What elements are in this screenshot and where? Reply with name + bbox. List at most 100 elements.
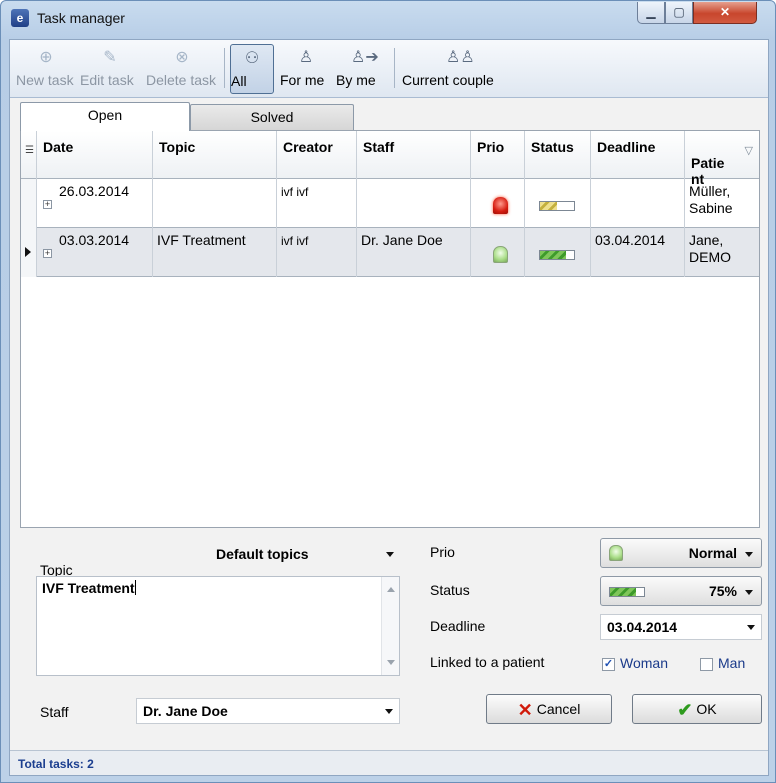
cell-status bbox=[525, 179, 591, 228]
column-topic[interactable]: Topic bbox=[153, 131, 277, 179]
minimize-button[interactable]: ▁ bbox=[637, 2, 665, 24]
cell-patient: Müller, Sabine bbox=[689, 183, 733, 216]
checkmark-icon: ✔ bbox=[677, 700, 693, 720]
column-date[interactable]: Date bbox=[37, 131, 153, 179]
user-icon: ♙ bbox=[298, 49, 314, 66]
scroll-up-icon[interactable] bbox=[387, 587, 395, 592]
topic-text-value: IVF Treatment bbox=[42, 580, 135, 596]
task-manager-window: e Task manager ▁ ▢ ✕ ⊕ New task ✎ Edit t… bbox=[0, 0, 776, 783]
prio-normal-icon bbox=[493, 246, 508, 263]
column-chooser-button[interactable]: ☰ bbox=[21, 131, 37, 179]
staff-select[interactable]: Dr. Jane Doe bbox=[136, 698, 400, 724]
row-indicator[interactable] bbox=[21, 179, 37, 228]
user-arrow-icon: ♙➔ bbox=[351, 49, 379, 66]
status-bar: Total tasks: 2 bbox=[10, 750, 768, 775]
expand-icon[interactable]: + bbox=[43, 249, 52, 258]
cell-topic: IVF Treatment bbox=[153, 228, 277, 277]
toolbar-separator bbox=[224, 48, 225, 88]
cancel-label: Cancel bbox=[536, 701, 581, 717]
staff-label: Staff bbox=[40, 704, 69, 720]
tab-open[interactable]: Open bbox=[20, 102, 190, 131]
filter-current-couple-button[interactable]: ♙♙ Current couple bbox=[402, 44, 512, 94]
client-area: ⊕ New task ✎ Edit task ⊗ Delete task ⚇ A… bbox=[9, 39, 769, 776]
prio-high-icon bbox=[493, 197, 508, 214]
prio-value: Normal bbox=[688, 545, 737, 561]
new-task-label: New task bbox=[16, 72, 74, 88]
cell-creator: ivf ivf bbox=[277, 179, 357, 228]
column-creator[interactable]: Creator bbox=[277, 131, 357, 179]
man-checkbox[interactable] bbox=[700, 658, 713, 671]
status-select[interactable]: 75% bbox=[600, 576, 762, 606]
toolbar-separator bbox=[394, 48, 395, 88]
filter-triangle-icon[interactable]: ▽ bbox=[745, 143, 753, 159]
column-deadline[interactable]: Deadline bbox=[591, 131, 685, 179]
prio-select[interactable]: Normal bbox=[600, 538, 762, 568]
cell-creator: ivf ivf bbox=[277, 228, 357, 277]
topic-category-select[interactable]: Default topics bbox=[210, 542, 400, 568]
filter-by-me-label: By me bbox=[336, 72, 376, 88]
chevron-down-icon bbox=[745, 590, 753, 595]
chevron-down-icon bbox=[745, 552, 753, 557]
edit-task-button[interactable]: ✎ Edit task bbox=[80, 44, 140, 94]
filter-all-button[interactable]: ⚇ All bbox=[230, 44, 274, 94]
total-tasks-count: Total tasks: 2 bbox=[18, 757, 94, 771]
column-menu-icon: ☰ bbox=[25, 145, 34, 156]
prio-label: Prio bbox=[430, 544, 455, 560]
ok-label: OK bbox=[696, 701, 717, 717]
status-label: Status bbox=[430, 582, 470, 598]
delete-task-button[interactable]: ⊗ Delete task bbox=[146, 44, 218, 94]
woman-checkbox[interactable]: ✓ bbox=[602, 658, 615, 671]
task-grid: ☰ Date Topic Creator Staff Prio Status D… bbox=[20, 130, 760, 528]
cell-status bbox=[525, 228, 591, 277]
tab-bar: Open Solved bbox=[10, 102, 768, 131]
chevron-down-icon bbox=[385, 709, 393, 714]
edit-task-label: Edit task bbox=[80, 72, 134, 88]
topic-scrollbar[interactable] bbox=[381, 577, 399, 675]
deadline-value: 03.04.2014 bbox=[607, 619, 678, 635]
cancel-x-icon: ✕ bbox=[517, 700, 533, 720]
task-edit-form: Topic Default topics IVF Treatment Staff… bbox=[20, 538, 762, 738]
edit-task-icon: ✎ bbox=[103, 49, 117, 66]
man-checkbox-label[interactable]: Man bbox=[718, 655, 745, 671]
status-progress-bar bbox=[609, 587, 645, 597]
column-staff[interactable]: Staff bbox=[357, 131, 471, 179]
status-progress-bar bbox=[539, 201, 575, 211]
maximize-button[interactable]: ▢ bbox=[665, 2, 693, 24]
woman-checkbox-label[interactable]: Woman bbox=[620, 655, 668, 671]
cell-staff bbox=[357, 179, 471, 228]
filter-for-me-button[interactable]: ♙ For me bbox=[280, 44, 332, 94]
cell-patient: Jane, DEMO bbox=[689, 232, 731, 265]
status-progress-fill bbox=[540, 251, 566, 259]
filter-current-couple-label: Current couple bbox=[402, 72, 494, 88]
table-row[interactable]: + 26.03.2014 ivf ivf Müller, Sabine bbox=[21, 179, 759, 228]
new-task-button[interactable]: ⊕ New task bbox=[16, 44, 76, 94]
topic-category-value: Default topics bbox=[216, 546, 309, 562]
topic-text-area[interactable]: IVF Treatment bbox=[36, 576, 400, 676]
toolbar: ⊕ New task ✎ Edit task ⊗ Delete task ⚇ A… bbox=[10, 40, 768, 98]
title-bar[interactable]: e Task manager ▁ ▢ ✕ bbox=[1, 1, 775, 35]
cell-topic bbox=[153, 179, 277, 228]
tab-solved[interactable]: Solved bbox=[190, 104, 354, 130]
cell-date: + 03.03.2014 bbox=[37, 228, 153, 277]
grid-header: ☰ Date Topic Creator Staff Prio Status D… bbox=[21, 131, 759, 187]
row-indicator[interactable] bbox=[21, 228, 37, 277]
column-prio[interactable]: Prio bbox=[471, 131, 525, 179]
deadline-date-picker[interactable]: 03.04.2014 bbox=[600, 614, 762, 640]
close-button[interactable]: ✕ bbox=[693, 2, 757, 24]
couple-icon: ♙♙ bbox=[446, 49, 475, 66]
column-status[interactable]: Status bbox=[525, 131, 591, 179]
cell-prio bbox=[471, 179, 525, 228]
group-users-icon: ⚇ bbox=[244, 50, 260, 67]
expand-icon[interactable]: + bbox=[43, 200, 52, 209]
ok-button[interactable]: ✔ OK bbox=[632, 694, 762, 724]
status-progress-fill bbox=[610, 588, 636, 596]
chevron-down-icon bbox=[747, 625, 755, 630]
scroll-down-icon[interactable] bbox=[387, 660, 395, 665]
table-row[interactable]: + 03.03.2014 IVF Treatment ivf ivf Dr. J… bbox=[21, 228, 759, 277]
cancel-button[interactable]: ✕ Cancel bbox=[486, 694, 612, 724]
filter-by-me-button[interactable]: ♙➔ By me bbox=[336, 44, 388, 94]
filter-all-label: All bbox=[231, 73, 247, 89]
status-value: 75% bbox=[708, 583, 737, 599]
column-patient[interactable]: Patie nt ▽ bbox=[685, 131, 759, 187]
app-logo-icon: e bbox=[11, 9, 29, 27]
